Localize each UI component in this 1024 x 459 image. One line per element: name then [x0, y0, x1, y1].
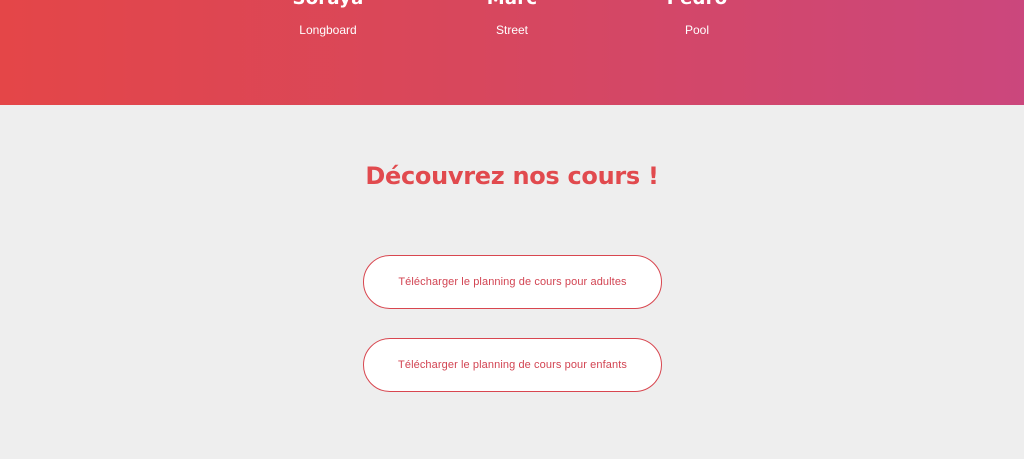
courses-section: Découvrez nos cours ! Télécharger le pla… — [0, 105, 1024, 459]
coaches-banner: Soraya Longboard Marc Street Pedro Pool — [0, 0, 1024, 105]
coach-style: Pool — [684, 23, 710, 37]
coach-name: Pedro — [597, 0, 797, 10]
coach-name: Marc — [412, 0, 612, 10]
courses-title: Découvrez nos cours ! — [365, 162, 659, 190]
coach-name: Soraya — [228, 0, 428, 10]
coach-style: Street — [495, 23, 528, 37]
download-adults-schedule-button[interactable]: Télécharger le planning de cours pour ad… — [363, 255, 662, 309]
coach-style: Longboard — [299, 23, 357, 37]
download-kids-schedule-button[interactable]: Télécharger le planning de cours pour en… — [363, 338, 662, 392]
